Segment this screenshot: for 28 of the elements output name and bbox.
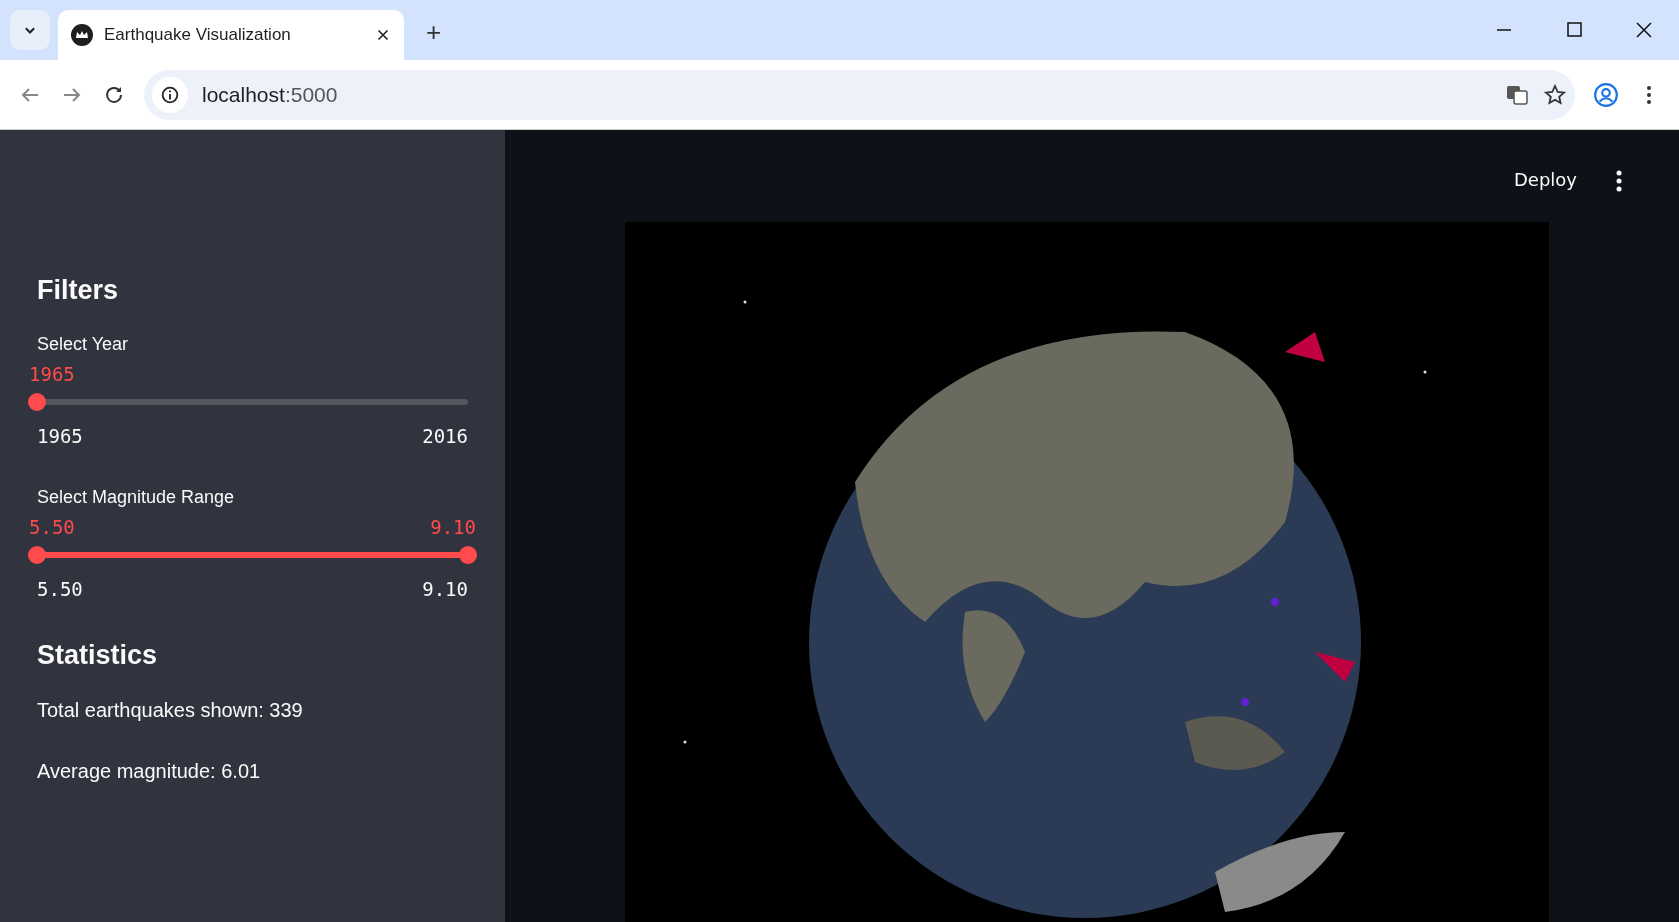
slider[interactable] bbox=[28, 546, 477, 564]
more-icon[interactable] bbox=[1615, 170, 1623, 192]
slider-max: 2016 bbox=[422, 425, 468, 447]
browser-tab[interactable]: Earthquake Visualization bbox=[58, 10, 404, 60]
slider-max: 9.10 bbox=[422, 578, 468, 600]
new-tab-button[interactable]: + bbox=[426, 17, 442, 48]
slider-thumb[interactable] bbox=[459, 546, 477, 564]
statistic-text: Total earthquakes shown: 339 bbox=[37, 699, 304, 722]
profile-icon[interactable] bbox=[1593, 81, 1619, 108]
tab-search-button[interactable] bbox=[10, 10, 50, 50]
slider-value: 5.50 bbox=[29, 516, 75, 538]
slider-value: 1965 bbox=[29, 363, 75, 385]
slider-thumb[interactable] bbox=[28, 546, 46, 564]
section-heading: Filters bbox=[37, 275, 120, 306]
tab-title: Earthquake Visualization bbox=[104, 25, 292, 45]
section-heading: Statistics bbox=[37, 640, 159, 671]
crown-icon bbox=[70, 23, 94, 47]
url-text: localhost:5000 bbox=[202, 82, 339, 107]
slider-label: Select Magnitude Range bbox=[37, 487, 236, 508]
slider-value: 9.10 bbox=[430, 516, 476, 538]
slider-min: 1965 bbox=[37, 425, 83, 447]
slider-thumb[interactable] bbox=[28, 393, 46, 411]
star-icon[interactable] bbox=[1543, 82, 1567, 107]
statistic-text: Average magnitude: 6.01 bbox=[37, 760, 262, 783]
slider-min: 5.50 bbox=[37, 578, 83, 600]
address-bar[interactable]: localhost:5000 bbox=[144, 69, 1575, 120]
slider-label: Select Year bbox=[37, 334, 130, 355]
deploy-button[interactable]: Deploy bbox=[1507, 168, 1583, 191]
